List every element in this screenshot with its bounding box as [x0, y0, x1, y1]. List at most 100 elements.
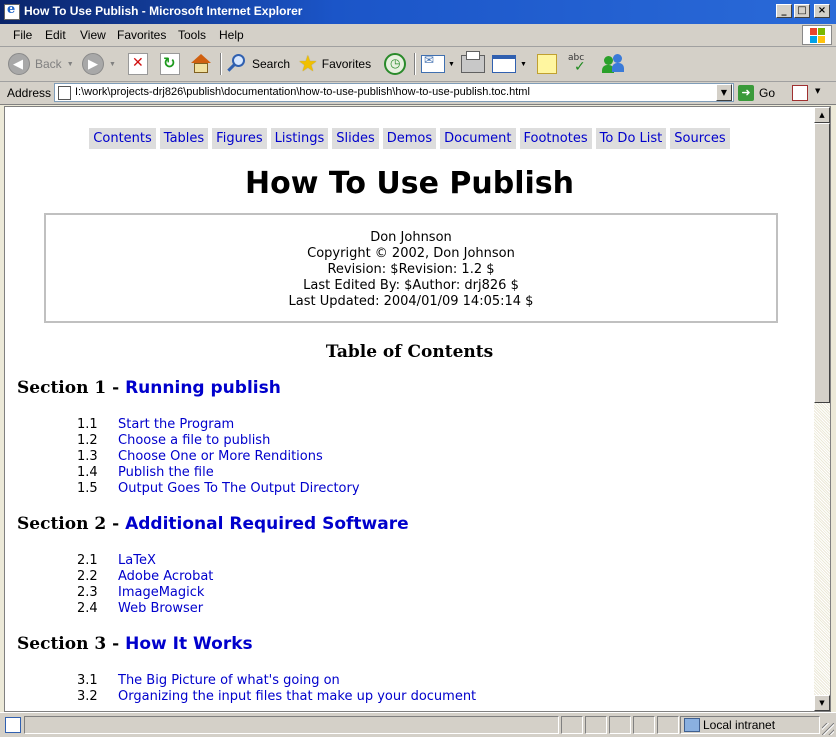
nav-slides[interactable]: Slides [332, 128, 379, 149]
printer-icon [461, 51, 485, 73]
page-title: How To Use Publish [244, 166, 575, 201]
status-text-pane [24, 716, 559, 734]
links-icon[interactable] [792, 85, 808, 101]
toc-link[interactable]: LaTeX [118, 553, 156, 568]
intranet-icon [684, 718, 700, 732]
forward-dropdown-icon: ▼ [109, 60, 116, 68]
toolbar-separator [414, 53, 416, 75]
back-button[interactable]: ◀ Back ▼ [8, 51, 74, 77]
refresh-button[interactable]: ↻ [160, 51, 180, 77]
address-label: Address [7, 86, 52, 100]
toc-link[interactable]: Choose a file to publish [118, 433, 270, 448]
stop-icon: ✕ [128, 53, 148, 75]
toc-item: 3.2 Organizing the input files that make … [77, 689, 477, 704]
favorites-button[interactable]: ★ Favorites [298, 51, 371, 77]
title-bar[interactable]: How To Use Publish - Microsoft Internet … [0, 0, 836, 24]
copyright: Copyright © 2002, Don Johnson [307, 246, 515, 261]
scroll-thumb[interactable] [814, 123, 830, 403]
toc-item: 1.3 Choose One or More Renditions [77, 449, 323, 464]
menu-favorites[interactable]: Favorites [117, 28, 166, 42]
close-button[interactable]: × [814, 4, 830, 18]
minimize-button[interactable]: _ [776, 4, 792, 18]
menu-edit[interactable]: Edit [45, 28, 66, 42]
links-dropdown-icon[interactable]: ▼ [815, 87, 820, 95]
home-icon [190, 54, 212, 74]
status-pane [561, 716, 583, 734]
home-button[interactable] [190, 51, 212, 77]
nav-listings[interactable]: Listings [270, 128, 329, 149]
nav-tables[interactable]: Tables [159, 128, 209, 149]
spell-check-button[interactable]: abc ✓ [568, 51, 592, 77]
toc-heading: Table of Contents [325, 342, 494, 362]
document-page: Contents Tables Figures Listings Slides … [5, 107, 814, 711]
forward-arrow-icon: ▶ [82, 53, 104, 75]
discuss-button[interactable] [537, 51, 557, 77]
browser-window: How To Use Publish - Microsoft Internet … [0, 0, 836, 737]
forward-button[interactable]: ▶ ▼ [82, 51, 116, 77]
menu-tools[interactable]: Tools [178, 28, 206, 42]
toc-link[interactable]: Organizing the input files that make up … [118, 689, 476, 704]
toc-link[interactable]: Output Goes To The Output Directory [118, 481, 360, 496]
ie-icon [4, 2, 20, 20]
messenger-icon [602, 53, 626, 75]
author-info-box: Don Johnson Copyright © 2002, Don Johnso… [44, 213, 778, 323]
note-icon [537, 54, 557, 74]
status-pane [633, 716, 655, 734]
toc-link[interactable]: Start the Program [118, 417, 234, 432]
toc-link[interactable]: Publish the file [118, 465, 214, 480]
nav-sources[interactable]: Sources [670, 128, 730, 149]
vertical-scrollbar[interactable]: ▲ ▼ [814, 107, 830, 711]
toc-item: 1.1 Start the Program [77, 417, 235, 432]
last-edited-by: Last Edited By: $Author: drj826 $ [303, 278, 519, 293]
toc-link[interactable]: The Big Picture of what's going on [118, 673, 340, 688]
edit-button[interactable]: ▼ [492, 51, 527, 77]
standard-toolbar: ◀ Back ▼ ▶ ▼ ✕ ↻ Search ★ Favorites ◷ ✉ … [0, 47, 836, 82]
mail-button[interactable]: ✉ ▼ [421, 51, 455, 77]
menu-file[interactable]: File [13, 28, 32, 42]
section-link[interactable]: Running publish [125, 378, 281, 398]
nav-contents[interactable]: Contents [89, 128, 156, 149]
nav-footnotes[interactable]: Footnotes [519, 128, 592, 149]
status-pane [609, 716, 631, 734]
page-icon [58, 86, 71, 100]
section-link[interactable]: Additional Required Software [125, 514, 409, 534]
zone-indicator: Local intranet [684, 716, 775, 734]
toc-link[interactable]: Web Browser [118, 601, 203, 616]
scroll-down-icon[interactable]: ▼ [814, 695, 830, 711]
edit-page-icon [492, 55, 516, 73]
toc-item: 3.1 The Big Picture of what's going on [77, 673, 340, 688]
history-icon: ◷ [384, 53, 406, 75]
status-pane [585, 716, 607, 734]
nav-document[interactable]: Document [440, 128, 516, 149]
section-heading: Section 2 - Additional Required Software [17, 514, 409, 534]
messenger-button[interactable] [602, 51, 626, 77]
section-link[interactable]: How It Works [125, 634, 253, 654]
page-status-icon [5, 717, 21, 733]
toc-link[interactable]: Choose One or More Renditions [118, 449, 323, 464]
maximize-button[interactable]: □ [794, 4, 810, 18]
menu-help[interactable]: Help [219, 28, 244, 42]
scroll-up-icon[interactable]: ▲ [814, 107, 830, 123]
history-button[interactable]: ◷ [384, 51, 406, 77]
menu-view[interactable]: View [80, 28, 106, 42]
address-input[interactable]: I:\work\projects-drj826\publish\document… [54, 83, 734, 102]
mail-dropdown-icon: ▼ [448, 60, 455, 68]
toc-link[interactable]: Adobe Acrobat [118, 569, 213, 584]
nav-todo-list[interactable]: To Do List [595, 128, 667, 149]
go-button[interactable]: ➜ Go [738, 84, 775, 102]
address-dropdown-icon[interactable]: ▼ [716, 84, 732, 101]
nav-demos[interactable]: Demos [382, 128, 437, 149]
resize-grip[interactable] [822, 723, 834, 735]
doc-nav-bar: Contents Tables Figures Listings Slides … [5, 128, 814, 149]
print-button[interactable] [461, 51, 485, 77]
search-button[interactable]: Search [226, 51, 290, 77]
nav-figures[interactable]: Figures [212, 128, 267, 149]
stop-button[interactable]: ✕ [128, 51, 148, 77]
toc-link[interactable]: ImageMagick [118, 585, 204, 600]
last-updated: Last Updated: 2004/01/09 14:05:14 $ [288, 294, 534, 309]
revision: Revision: $Revision: 1.2 $ [327, 262, 495, 277]
toc-item: 2.2 Adobe Acrobat [77, 569, 214, 584]
search-icon [226, 53, 248, 75]
edit-dropdown-icon: ▼ [520, 60, 527, 68]
window-title: How To Use Publish - Microsoft Internet … [24, 4, 303, 18]
